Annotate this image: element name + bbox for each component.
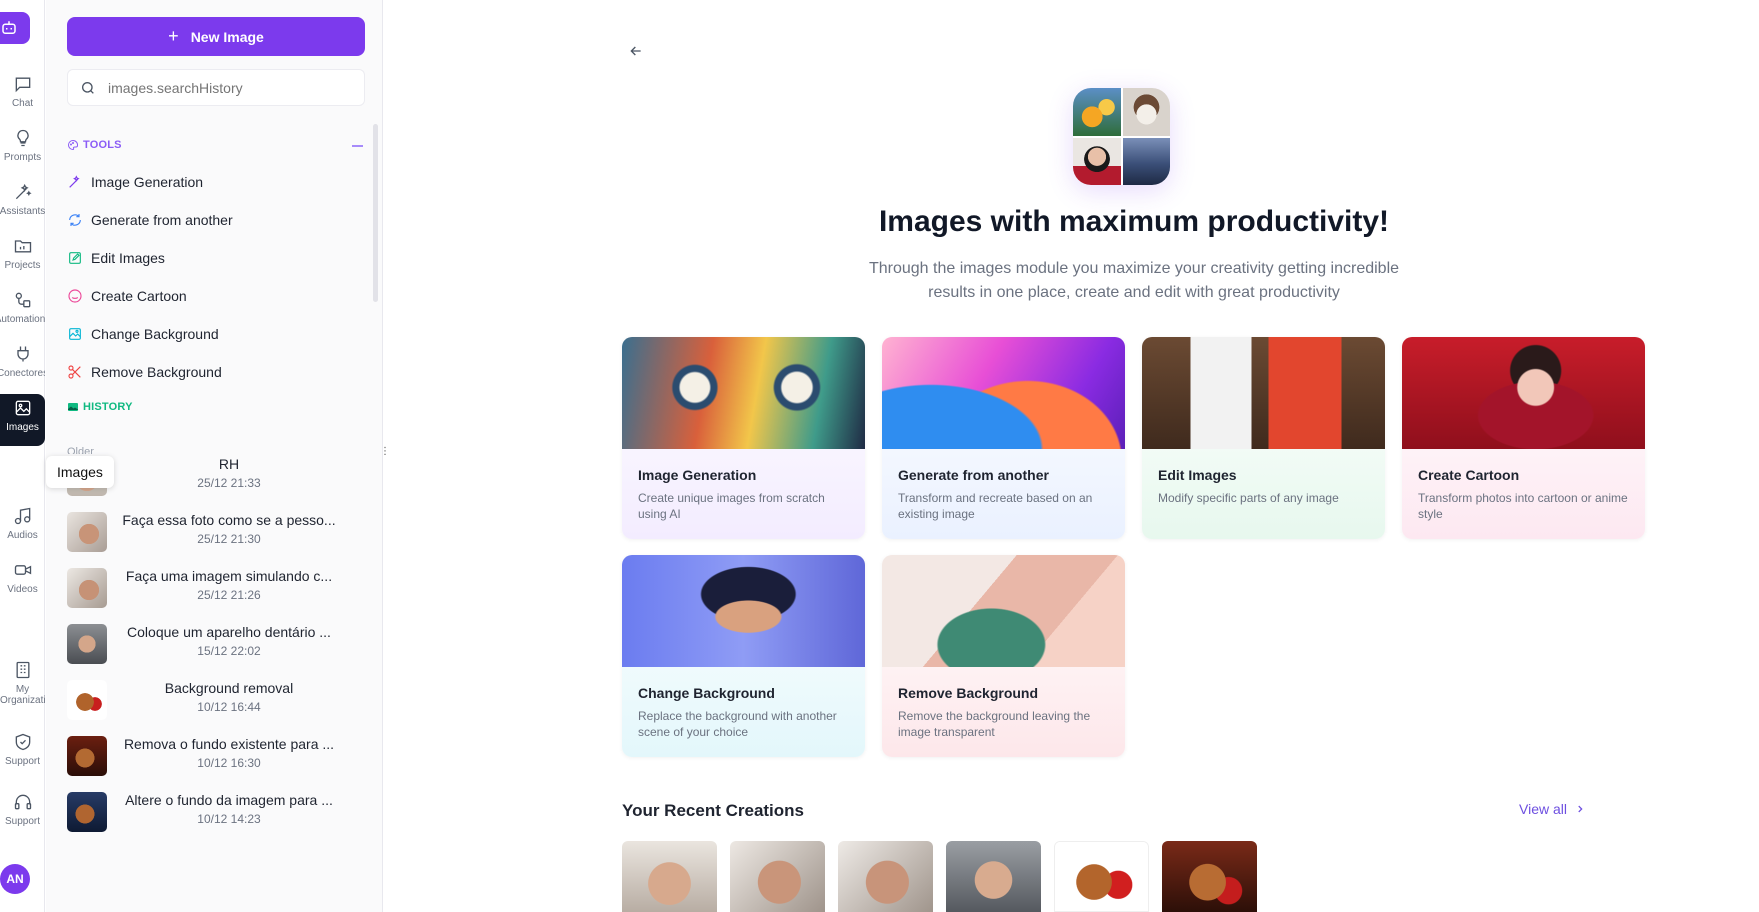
tooltip: Images xyxy=(46,456,114,488)
history-item[interactable]: Faça uma imagem simulando c... 25/12 21:… xyxy=(67,564,347,610)
edit-icon xyxy=(69,252,81,264)
rail-item-support-shield[interactable]: Support xyxy=(0,728,45,780)
hero-tile-landscape xyxy=(1122,137,1170,185)
card-create-cartoon[interactable]: Create Cartoon Transform photos into car… xyxy=(1402,337,1645,539)
resize-handle[interactable]: ⋮ xyxy=(380,447,390,462)
chevron-right-icon xyxy=(1578,805,1583,813)
history-thumbnail xyxy=(67,512,107,552)
refresh-icon xyxy=(69,214,81,226)
new-image-button[interactable]: + New Image xyxy=(67,17,365,56)
history-item[interactable]: Remova o fundo existente para ... 10/12 … xyxy=(67,732,347,778)
recent-creation-thumbnail[interactable] xyxy=(946,841,1041,912)
icon-rail: Chat Prompts Assistants Projects Automat… xyxy=(0,0,45,912)
card-edit-images[interactable]: Edit Images Modify specific parts of any… xyxy=(1142,337,1385,539)
headphones-icon xyxy=(14,794,31,810)
rail-item-support-headphones[interactable]: Support xyxy=(0,788,45,840)
card-image xyxy=(622,337,865,449)
rail-item-prompts[interactable]: Prompts xyxy=(0,124,45,176)
tool-remove-background[interactable]: Remove Background xyxy=(67,357,357,387)
hero-image-grid xyxy=(1073,88,1170,185)
folder-icon xyxy=(14,240,31,253)
image-icon xyxy=(15,400,30,416)
page-title: Images with maximum productivity! xyxy=(878,205,1390,238)
hero-tile-flowers xyxy=(1073,88,1121,136)
flow-icon xyxy=(15,292,30,308)
card-generate-from-another[interactable]: Generate from another Transform and recr… xyxy=(882,337,1125,539)
page-subtitle: Through the images module you maximize y… xyxy=(868,260,1400,301)
sidebar-scrollbar[interactable] xyxy=(373,124,378,302)
card-image xyxy=(1142,337,1385,449)
history-item[interactable]: Coloque um aparelho dentário ... 15/12 2… xyxy=(67,620,347,666)
recent-creation-thumbnail[interactable] xyxy=(838,841,933,912)
rail-item-conectores[interactable]: Conectores xyxy=(0,340,45,392)
music-icon xyxy=(14,507,30,525)
rail-item-images[interactable]: Images xyxy=(0,394,45,446)
card-image xyxy=(622,555,865,667)
tool-generate-from-another[interactable]: Generate from another xyxy=(67,205,357,235)
history-item[interactable]: Background removal 10/12 16:44 xyxy=(67,676,347,722)
card-image xyxy=(882,337,1125,449)
search-box xyxy=(67,69,365,106)
tool-edit-images[interactable]: Edit Images xyxy=(67,243,357,273)
tools-section-title[interactable]: TOOLS xyxy=(67,139,122,151)
smile-icon xyxy=(68,289,82,303)
recent-creation-thumbnail[interactable] xyxy=(1054,841,1149,912)
search-input[interactable] xyxy=(108,79,348,96)
history-item[interactable]: Altere o fundo da imagem para ... 10/12 … xyxy=(67,788,347,834)
history-thumbnail xyxy=(67,624,107,664)
back-arrow-icon[interactable] xyxy=(628,43,644,59)
chat-icon xyxy=(15,77,30,93)
collapse-tools-icon[interactable] xyxy=(352,145,363,147)
hero-tile-dog xyxy=(1122,88,1170,136)
view-all-link[interactable]: View all xyxy=(1519,801,1585,817)
history-thumbnail xyxy=(67,680,107,720)
history-section-title[interactable]: HISTORY xyxy=(67,401,133,413)
avatar[interactable]: AN xyxy=(0,864,30,894)
search-icon xyxy=(82,81,94,94)
lightbulb-icon xyxy=(16,129,29,147)
history-thumbnail xyxy=(67,568,107,608)
rail-item-audios[interactable]: Audios xyxy=(0,502,45,554)
wand-icon xyxy=(69,175,80,188)
recent-creation-thumbnail[interactable] xyxy=(622,841,717,912)
plus-icon: + xyxy=(168,26,179,46)
magic-wand-icon xyxy=(15,183,32,200)
rail-item-chat[interactable]: Chat xyxy=(0,70,45,122)
video-icon xyxy=(14,565,31,575)
rail-item-my-organization[interactable]: My Organization xyxy=(0,656,45,712)
tool-change-background[interactable]: Change Background xyxy=(67,319,357,349)
shield-icon xyxy=(15,733,30,751)
card-image xyxy=(882,555,1125,667)
recent-creation-thumbnail[interactable] xyxy=(1162,841,1257,912)
history-item[interactable]: Faça essa foto como se a pesso... 25/12 … xyxy=(67,508,347,554)
building-icon xyxy=(16,661,29,679)
app-logo-icon[interactable] xyxy=(0,12,30,44)
palette-icon xyxy=(68,139,78,151)
rail-item-projects[interactable]: Projects xyxy=(0,232,45,284)
recent-creations-title: Your Recent Creations xyxy=(622,801,805,820)
card-image-generation[interactable]: Image Generation Create unique images fr… xyxy=(622,337,865,539)
tool-create-cartoon[interactable]: Create Cartoon xyxy=(67,281,357,311)
hero-tile-woman xyxy=(1073,137,1121,185)
recent-creation-thumbnail[interactable] xyxy=(730,841,825,912)
rail-item-assistants[interactable]: Assistants xyxy=(0,178,45,230)
tool-image-generation[interactable]: Image Generation xyxy=(67,167,357,197)
history-thumbnail xyxy=(67,736,107,776)
card-remove-background[interactable]: Remove Background Remove the background … xyxy=(882,555,1125,757)
photo-icon xyxy=(68,403,78,411)
rail-item-automations[interactable]: Automations xyxy=(0,286,45,338)
history-thumbnail xyxy=(67,792,107,832)
scissors-icon xyxy=(68,365,81,379)
rail-item-videos[interactable]: Videos xyxy=(0,556,45,608)
card-image xyxy=(1402,337,1645,449)
plug-icon xyxy=(16,346,29,362)
card-change-background[interactable]: Change Background Replace the background… xyxy=(622,555,865,757)
image-edit-icon xyxy=(69,328,81,340)
